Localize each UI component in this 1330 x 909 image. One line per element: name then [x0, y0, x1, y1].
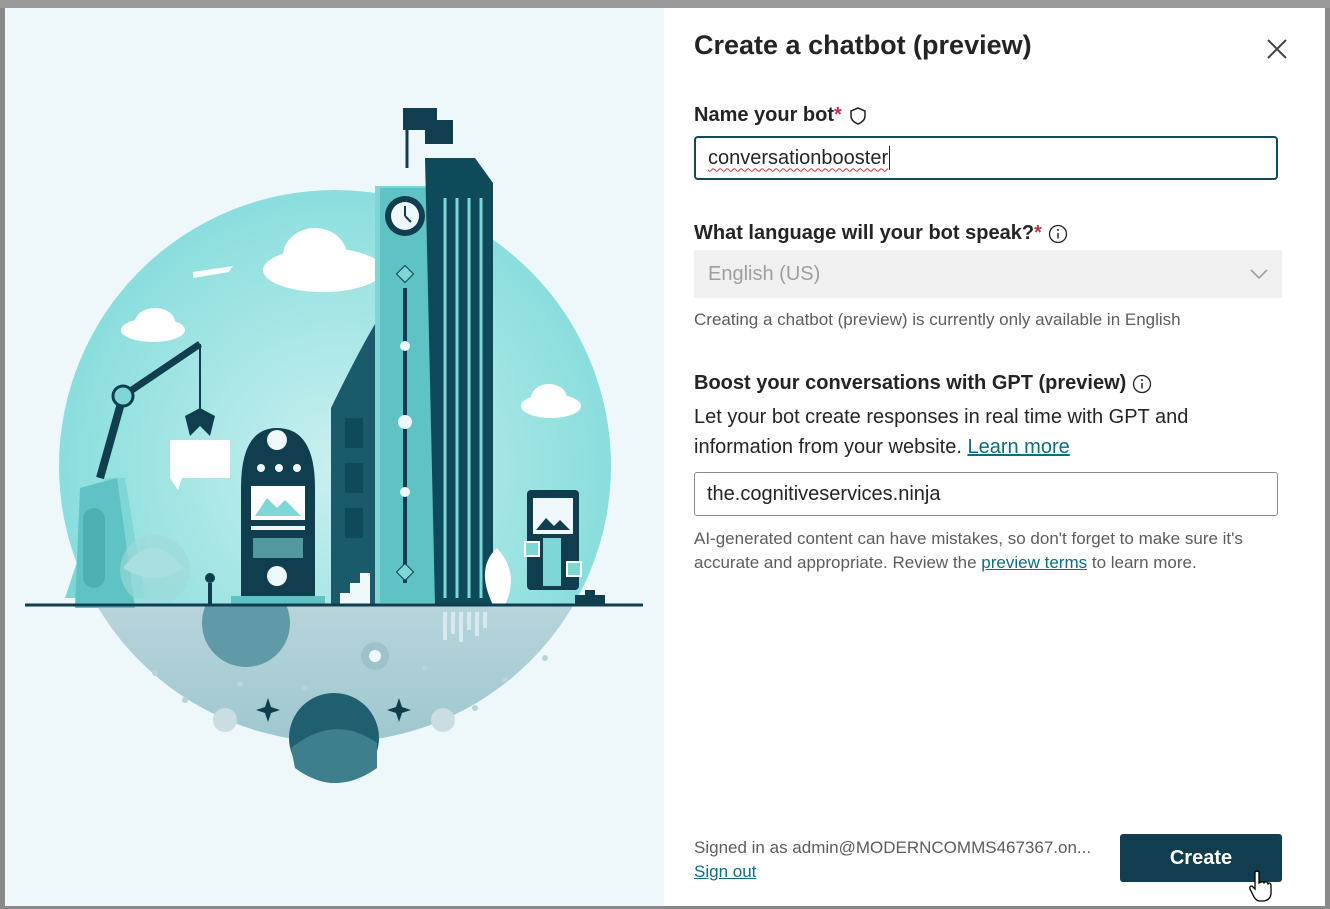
- gpt-description-text: Let your bot create responses in real ti…: [694, 406, 1189, 458]
- info-icon[interactable]: [1132, 374, 1152, 394]
- signed-in-info: Signed in as admin@MODERNCOMMS467367.on.…: [694, 836, 1091, 884]
- chevron-down-icon: [1250, 269, 1268, 280]
- sign-out-link[interactable]: Sign out: [694, 862, 756, 881]
- website-value: the.cognitiveservices.ninja: [707, 482, 941, 505]
- ai-disclaimer: AI-generated content can have mistakes, …: [694, 527, 1284, 575]
- required-mark: *: [1034, 222, 1042, 244]
- info-icon[interactable]: [1048, 224, 1068, 244]
- name-field-label: Name your bot*: [694, 104, 868, 127]
- website-input[interactable]: the.cognitiveservices.ninja: [694, 472, 1278, 516]
- language-selected-value: English (US): [708, 262, 821, 285]
- gpt-section-label: Boost your conversations with GPT (previ…: [694, 372, 1152, 395]
- shield-icon: [850, 106, 866, 125]
- close-icon[interactable]: [1264, 36, 1290, 62]
- language-select[interactable]: English (US): [694, 250, 1282, 298]
- learn-more-link[interactable]: Learn more: [967, 436, 1069, 458]
- illustration-pane: [5, 8, 664, 906]
- city-illustration: [25, 108, 643, 783]
- signed-in-text: Signed in as admin@MODERNCOMMS467367.on.…: [694, 838, 1092, 857]
- gpt-description: Let your bot create responses in real ti…: [694, 402, 1284, 462]
- language-field-label: What language will your bot speak?*: [694, 222, 1068, 245]
- required-mark: *: [834, 104, 842, 126]
- create-chatbot-dialog: Create a chatbot (preview) Name your bot…: [5, 8, 1325, 906]
- hand-cursor-icon: [1249, 870, 1272, 902]
- text-caret: [889, 146, 891, 170]
- bot-name-input[interactable]: conversationbooster: [694, 136, 1278, 180]
- language-hint: Creating a chatbot (preview) is currentl…: [694, 310, 1181, 329]
- page-backdrop: [0, 0, 1330, 8]
- gpt-label-text: Boost your conversations with GPT (previ…: [694, 372, 1127, 394]
- dialog-title: Create a chatbot (preview): [694, 30, 1032, 60]
- disclaimer-post-text: to learn more.: [1091, 553, 1197, 572]
- form-pane: Create a chatbot (preview) Name your bot…: [664, 8, 1325, 906]
- name-label-text: Name your bot: [694, 104, 835, 126]
- bot-name-value: conversationbooster: [708, 146, 889, 169]
- language-label-text: What language will your bot speak?: [694, 222, 1035, 244]
- preview-terms-link[interactable]: preview terms: [981, 553, 1087, 572]
